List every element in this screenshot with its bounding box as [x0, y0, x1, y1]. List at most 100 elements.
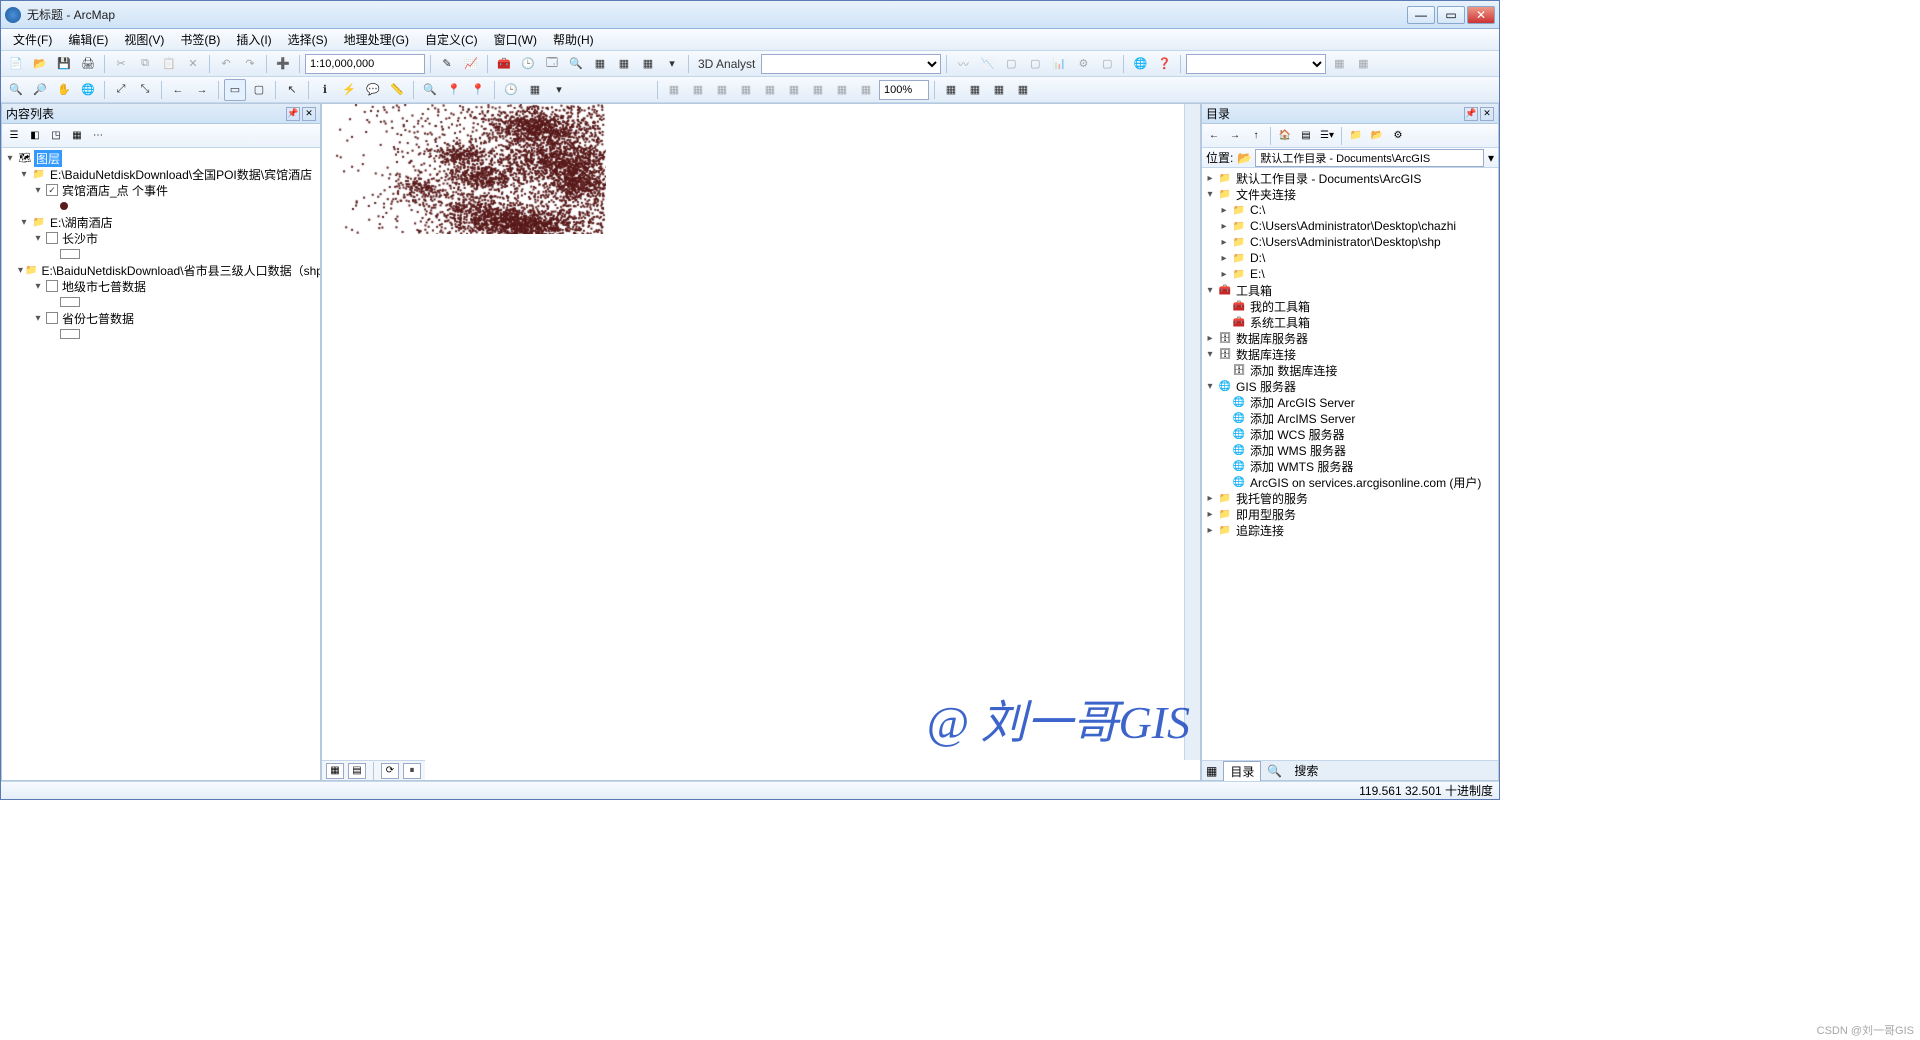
- layout-t3-icon[interactable]: ▦: [711, 79, 733, 101]
- 3d-tool-1-icon[interactable]: 〰: [952, 53, 974, 75]
- time-icon[interactable]: 🕒: [517, 53, 539, 75]
- catalog-item[interactable]: 工具箱: [1234, 282, 1274, 299]
- layer-list-combo[interactable]: [1186, 54, 1326, 74]
- zoom-out-icon[interactable]: 🔎: [29, 79, 51, 101]
- search-window-icon[interactable]: 🔍: [565, 53, 587, 75]
- layer-opt-2-icon[interactable]: ▦: [1352, 53, 1374, 75]
- analyst-layer-combo[interactable]: [761, 54, 941, 74]
- find-route-icon[interactable]: 📍: [443, 79, 465, 101]
- layout-btn4-icon[interactable]: ▦: [1012, 79, 1034, 101]
- catalog-item[interactable]: 数据库连接: [1234, 346, 1298, 363]
- layout-t9-icon[interactable]: ▦: [855, 79, 877, 101]
- layout-zoom-combo[interactable]: [879, 80, 929, 100]
- layer-checkbox[interactable]: ✓: [46, 184, 58, 196]
- 3d-tool-6-icon[interactable]: ⚙: [1072, 53, 1094, 75]
- menu-选择(S)[interactable]: 选择(S): [280, 29, 336, 50]
- menu-视图(V)[interactable]: 视图(V): [116, 29, 172, 50]
- toggle-icon[interactable]: ▤: [1296, 126, 1316, 146]
- toolbox-icon[interactable]: 🧰: [493, 53, 515, 75]
- copy-icon[interactable]: ⧉: [134, 53, 156, 75]
- layout-t4-icon[interactable]: ▦: [735, 79, 757, 101]
- view-icon[interactable]: ☰▾: [1317, 126, 1337, 146]
- delete-icon[interactable]: ✕: [182, 53, 204, 75]
- layout-btn2-icon[interactable]: ▦: [964, 79, 986, 101]
- catalog-item[interactable]: 添加 WMTS 服务器: [1248, 458, 1355, 475]
- catalog-item[interactable]: 我托管的服务: [1234, 490, 1310, 507]
- toc-tree[interactable]: ▾🗺图层▾📁E:\BaiduNetdiskDownload\全国POI数据\宾馆…: [2, 148, 320, 780]
- 3d-tool-7-icon[interactable]: ▢: [1096, 53, 1118, 75]
- undo-icon[interactable]: ↶: [215, 53, 237, 75]
- table-icon[interactable]: ▦: [637, 53, 659, 75]
- list-visibility-icon[interactable]: ◳: [46, 126, 66, 146]
- editor-icon[interactable]: ✎: [436, 53, 458, 75]
- catalog-item[interactable]: 默认工作目录 - Documents\ArcGIS: [1234, 170, 1423, 187]
- catalog-item[interactable]: ArcGIS on services.arcgisonline.com (用户): [1248, 474, 1483, 491]
- 3d-tool-5-icon[interactable]: 📊: [1048, 53, 1070, 75]
- create-viewer-icon[interactable]: ▦: [524, 79, 546, 101]
- layer-opt-1-icon[interactable]: ▦: [1328, 53, 1350, 75]
- paste-icon[interactable]: 📋: [158, 53, 180, 75]
- 3d-tool-4-icon[interactable]: ▢: [1024, 53, 1046, 75]
- list-source-icon[interactable]: ◧: [25, 126, 45, 146]
- list-selection-icon[interactable]: ▦: [67, 126, 87, 146]
- catalog-item[interactable]: C:\Users\Administrator\Desktop\shp: [1248, 235, 1443, 249]
- tab-search[interactable]: 搜索: [1288, 761, 1324, 780]
- catalog-tree[interactable]: ▸📁默认工作目录 - Documents\ArcGIS▾📁文件夹连接▸📁C:\▸…: [1202, 168, 1498, 760]
- chevron-down-icon[interactable]: ▾: [548, 79, 570, 101]
- select-features-icon[interactable]: ▭: [224, 79, 246, 101]
- catalog-item[interactable]: C:\Users\Administrator\Desktop\chazhi: [1248, 219, 1458, 233]
- layout-t7-icon[interactable]: ▦: [807, 79, 829, 101]
- goto-xy-icon[interactable]: 📍: [467, 79, 489, 101]
- symbol-swatch[interactable]: [60, 329, 80, 339]
- close-panel-icon[interactable]: ✕: [1480, 107, 1494, 121]
- menu-插入(I)[interactable]: 插入(I): [228, 29, 279, 50]
- pin-icon[interactable]: 📌: [1464, 107, 1478, 121]
- time-slider-icon[interactable]: 🕒: [500, 79, 522, 101]
- help-icon[interactable]: ❓: [1153, 53, 1175, 75]
- pan-icon[interactable]: ✋: [53, 79, 75, 101]
- layer-checkbox[interactable]: [46, 232, 58, 244]
- catalog-item[interactable]: 追踪连接: [1234, 522, 1286, 539]
- tab-catalog[interactable]: 目录: [1223, 761, 1261, 781]
- save-icon[interactable]: 💾: [53, 53, 75, 75]
- catalog-item[interactable]: 添加 WCS 服务器: [1248, 426, 1347, 443]
- full-extent-icon[interactable]: 🌐: [77, 79, 99, 101]
- layout-btn1-icon[interactable]: ▦: [940, 79, 962, 101]
- new-doc-icon[interactable]: 📄: [5, 53, 27, 75]
- chevron-down-icon[interactable]: ▾: [661, 53, 683, 75]
- cut-icon[interactable]: ✂: [110, 53, 132, 75]
- list-draworder-icon[interactable]: ☰: [4, 126, 24, 146]
- disconnect-folder-icon[interactable]: 📂: [1367, 126, 1387, 146]
- layout-t5-icon[interactable]: ▦: [759, 79, 781, 101]
- graph-icon[interactable]: 📈: [460, 53, 482, 75]
- layout-view-tab[interactable]: ▤: [348, 763, 366, 779]
- layer-checkbox[interactable]: [46, 280, 58, 292]
- data-view-tab[interactable]: ▦: [326, 763, 344, 779]
- 3d-tool-3-icon[interactable]: ▢: [1000, 53, 1022, 75]
- symbol-swatch[interactable]: [60, 249, 80, 259]
- zoom-in-icon[interactable]: 🔍: [5, 79, 27, 101]
- options-icon[interactable]: ⋯: [88, 126, 108, 146]
- pin-icon[interactable]: 📌: [286, 107, 300, 121]
- fixed-zoom-in-icon[interactable]: ⤢: [110, 79, 132, 101]
- open-icon[interactable]: 📂: [29, 53, 51, 75]
- map-view[interactable]: @ 刘一哥GIS ▦ ▤ ⟳ ⏸: [321, 103, 1201, 781]
- menu-文件(F)[interactable]: 文件(F): [5, 29, 60, 50]
- html-popup-icon[interactable]: 💬: [362, 79, 384, 101]
- find-icon[interactable]: 🔍: [419, 79, 441, 101]
- layout-t6-icon[interactable]: ▦: [783, 79, 805, 101]
- catalog-item[interactable]: 数据库服务器: [1234, 330, 1310, 347]
- maximize-button[interactable]: ▭: [1437, 6, 1465, 24]
- add-data-icon[interactable]: ➕: [272, 53, 294, 75]
- catalog-item[interactable]: 系统工具箱: [1248, 314, 1312, 331]
- close-button[interactable]: ✕: [1467, 6, 1495, 24]
- prev-extent-icon[interactable]: ←: [167, 79, 189, 101]
- hot-link-icon[interactable]: ⚡: [338, 79, 360, 101]
- catalog-item[interactable]: GIS 服务器: [1234, 378, 1298, 395]
- catalog-item[interactable]: 文件夹连接: [1234, 186, 1298, 203]
- catalog-item[interactable]: 即用型服务: [1234, 506, 1298, 523]
- identify-icon[interactable]: ℹ: [314, 79, 336, 101]
- menu-窗口(W)[interactable]: 窗口(W): [486, 29, 545, 50]
- print-icon[interactable]: 🖨: [77, 53, 99, 75]
- clear-selection-icon[interactable]: ▢: [248, 79, 270, 101]
